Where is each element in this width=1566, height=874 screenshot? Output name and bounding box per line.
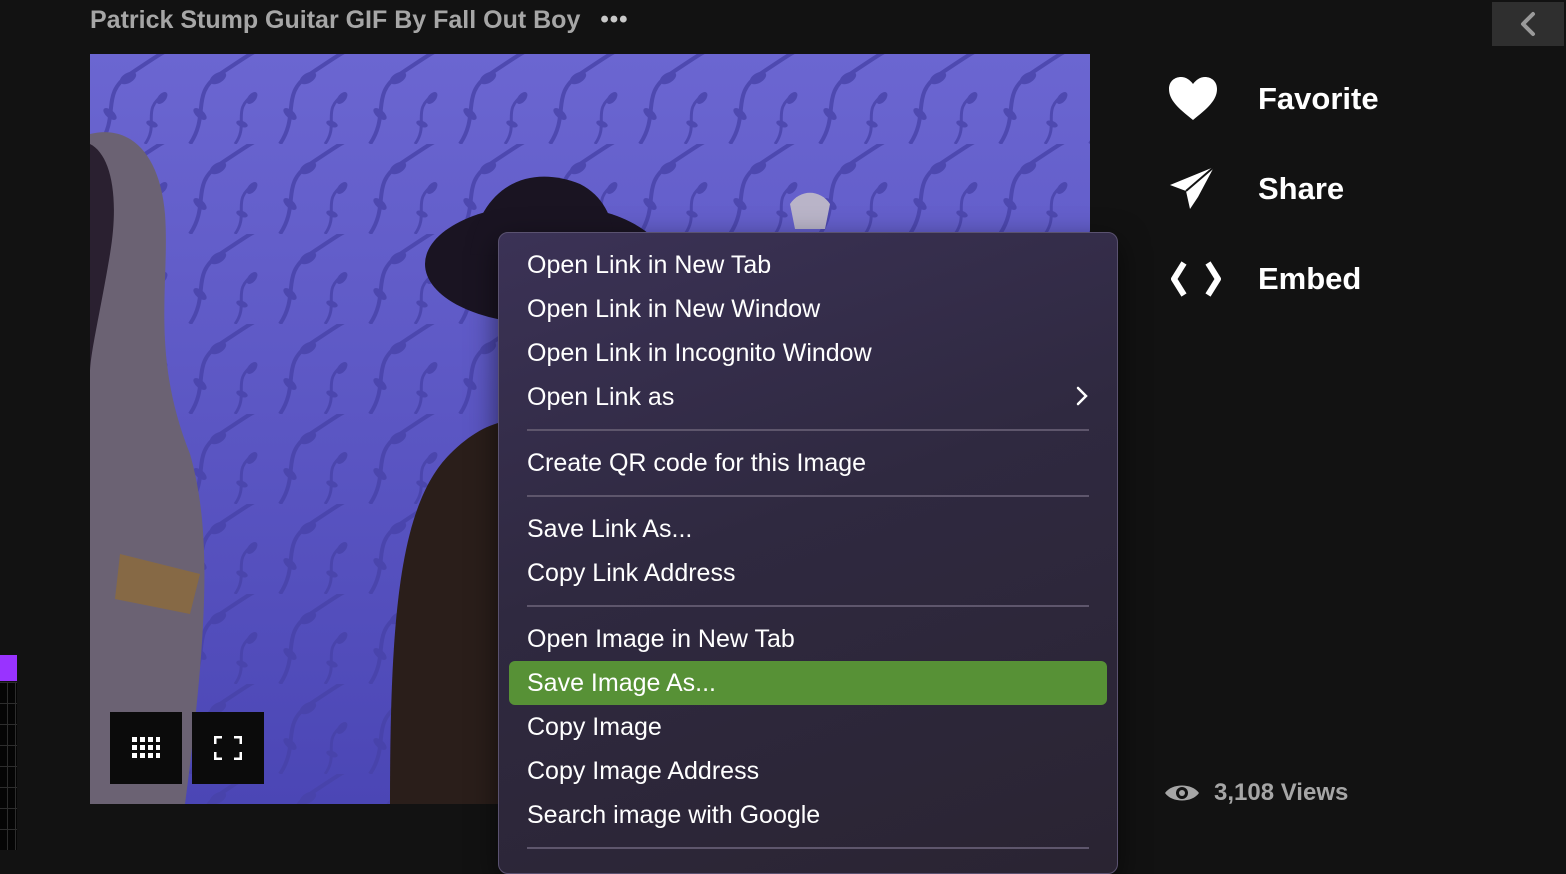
sidebar-pattern — [0, 682, 17, 850]
menu-save-image-as[interactable]: Save Image As... — [509, 661, 1107, 705]
menu-item-label: Create QR code for this Image — [527, 448, 867, 477]
menu-item-label: Save Image As... — [527, 668, 716, 697]
menu-separator — [527, 429, 1089, 431]
collapse-panel-button[interactable] — [1492, 2, 1564, 46]
gif-title-bar: Patrick Stump Guitar GIF By Fall Out Boy… — [90, 2, 629, 38]
context-menu: Open Link in New Tab Open Link in New Wi… — [498, 232, 1118, 874]
menu-item-label: Open Link in New Tab — [527, 250, 772, 279]
menu-create-qr-code[interactable]: Create QR code for this Image — [509, 441, 1107, 485]
embed-label: Embed — [1258, 261, 1362, 296]
menu-item-label: Copy Link Address — [527, 558, 736, 587]
sidebar-accent — [0, 655, 17, 681]
share-label: Share — [1258, 171, 1345, 206]
view-count: 3,108 Views — [1164, 774, 1348, 812]
chevron-left-icon — [1521, 12, 1535, 36]
menu-item-label: Open Link as — [527, 382, 675, 411]
menu-search-image-google[interactable]: Search image with Google — [509, 793, 1107, 837]
menu-save-link-as[interactable]: Save Link As... — [509, 507, 1107, 551]
embed-button[interactable]: Embed — [1168, 254, 1468, 304]
menu-item-label: Copy Image — [527, 712, 662, 741]
menu-item-label: Open Link in Incognito Window — [527, 338, 872, 367]
menu-item-label: Copy Image Address — [527, 756, 760, 785]
menu-open-link-new-window[interactable]: Open Link in New Window — [509, 287, 1107, 331]
menu-copy-image[interactable]: Copy Image — [509, 705, 1107, 749]
more-options-button[interactable]: ••• — [600, 6, 628, 34]
menu-item-label: Open Link in New Window — [527, 294, 821, 323]
menu-open-link-new-tab[interactable]: Open Link in New Tab — [509, 243, 1107, 287]
gif-fullscreen-button[interactable] — [192, 712, 264, 784]
heart-icon — [1168, 74, 1224, 124]
gif-grid-button[interactable] — [110, 712, 182, 784]
menu-separator — [527, 847, 1089, 849]
favorite-button[interactable]: Favorite — [1168, 74, 1468, 124]
menu-copy-image-address[interactable]: Copy Image Address — [509, 749, 1107, 793]
share-button[interactable]: Share — [1168, 164, 1468, 214]
grid-icon — [132, 737, 160, 758]
menu-copy-link-address[interactable]: Copy Link Address — [509, 551, 1107, 595]
menu-item-label: Search image with Google — [527, 800, 821, 829]
fullscreen-icon — [214, 736, 242, 760]
chevron-right-icon — [1075, 385, 1089, 414]
menu-separator — [527, 495, 1089, 497]
favorite-label: Favorite — [1258, 81, 1379, 116]
gif-title: Patrick Stump Guitar GIF By Fall Out Boy — [90, 5, 581, 34]
eye-icon — [1165, 785, 1199, 801]
menu-open-link-as[interactable]: Open Link as — [509, 375, 1107, 419]
menu-separator — [527, 605, 1089, 607]
menu-item-label: Open Image in New Tab — [527, 624, 795, 653]
menu-open-link-incognito[interactable]: Open Link in Incognito Window — [509, 331, 1107, 375]
menu-open-image-new-tab[interactable]: Open Image in New Tab — [509, 617, 1107, 661]
menu-item-label: Save Link As... — [527, 514, 693, 543]
code-brackets-icon — [1168, 254, 1224, 304]
paper-plane-icon — [1168, 164, 1224, 214]
views-text: 3,108 Views — [1214, 779, 1349, 806]
